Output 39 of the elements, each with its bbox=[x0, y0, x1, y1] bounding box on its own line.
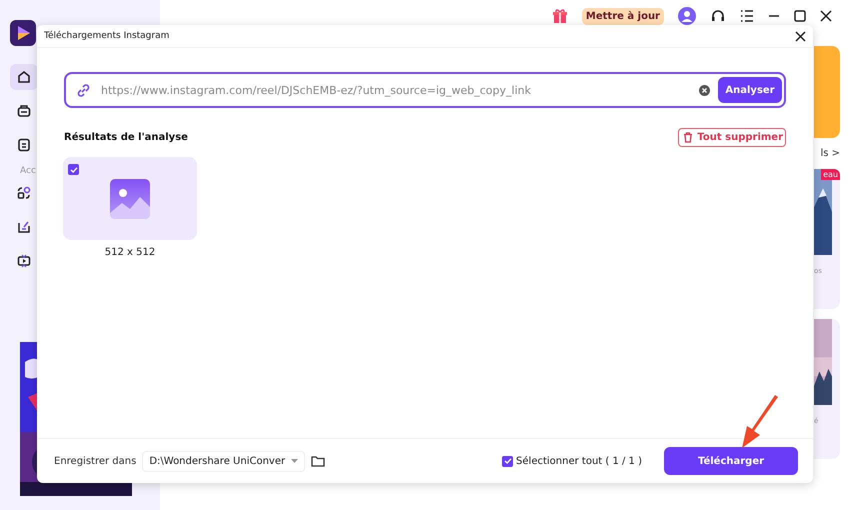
more-link[interactable]: ls > bbox=[820, 148, 840, 159]
new-badge: eau bbox=[821, 169, 840, 180]
gift-icon[interactable] bbox=[552, 8, 568, 24]
folder-icon[interactable] bbox=[311, 455, 326, 467]
result-thumbnail[interactable] bbox=[63, 157, 197, 240]
update-button[interactable]: Mettre à jour bbox=[582, 8, 664, 24]
link-icon bbox=[76, 82, 91, 98]
headset-icon[interactable] bbox=[710, 8, 726, 24]
avatar-icon[interactable] bbox=[678, 7, 696, 25]
image-size: 512 x 512 bbox=[104, 247, 156, 258]
dialog-title: Téléchargements Instagram bbox=[44, 31, 170, 41]
path-dropdown[interactable]: D:\Wondershare UniConver bbox=[142, 450, 306, 472]
close-icon[interactable] bbox=[820, 10, 832, 22]
player-icon[interactable] bbox=[17, 254, 31, 268]
app-logo bbox=[10, 20, 36, 46]
caret-icon bbox=[291, 459, 298, 463]
results-heading: Résultats de l'analyse bbox=[64, 132, 188, 143]
toolbox-icon bbox=[17, 104, 31, 118]
close-icon[interactable] bbox=[795, 30, 806, 42]
url-field[interactable]: https://www.instagram.com/reel/DJSchEMB-ez/?utm_source=ig_web_copy_link Analyser bbox=[64, 72, 786, 108]
download-button[interactable]: Télécharger bbox=[664, 447, 798, 475]
checkmark-icon bbox=[504, 457, 512, 465]
arrow-drawing bbox=[740, 395, 780, 450]
delete-all-button[interactable]: Tout supprimer bbox=[678, 128, 786, 147]
maximize-icon[interactable] bbox=[794, 10, 806, 22]
image-icon bbox=[110, 178, 150, 218]
edit-icon[interactable] bbox=[17, 220, 31, 234]
menu-icon[interactable] bbox=[740, 9, 754, 23]
trash-icon bbox=[683, 132, 694, 143]
checkbox[interactable] bbox=[68, 164, 79, 175]
clear-icon[interactable] bbox=[699, 84, 710, 96]
select-all-checkbox[interactable]: Sélectionner tout ( 1 / 1 ) bbox=[502, 456, 642, 466]
analyze-button[interactable]: Analyser bbox=[718, 77, 782, 103]
document-icon bbox=[17, 138, 31, 152]
sidebar-item[interactable] bbox=[10, 64, 38, 90]
converter-icon[interactable] bbox=[17, 186, 31, 200]
section-label: Acc bbox=[20, 166, 36, 176]
save-label: Enregistrer dans bbox=[54, 456, 136, 466]
home-icon bbox=[17, 70, 31, 84]
